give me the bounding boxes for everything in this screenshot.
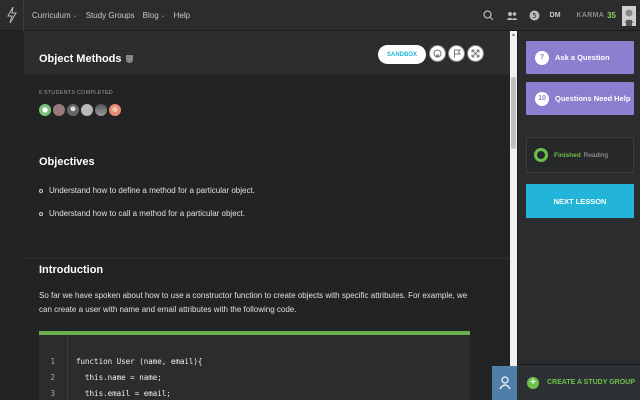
nav-right: 5 DM KARMA 35 [481, 0, 640, 31]
introduction-heading: Introduction [39, 264, 104, 276]
bullet-icon [39, 188, 43, 193]
chevron-down-icon: ⌄ [160, 12, 166, 19]
code-block: 1 function User (name, email){ 2 this.na… [39, 331, 470, 400]
nav-curriculum[interactable]: Curriculum ⌄ [32, 11, 78, 20]
top-nav: Curriculum ⌄ Study Groups Blog ⌄ Help 5 DM… [0, 0, 640, 31]
search-icon[interactable] [481, 8, 497, 24]
check-ring-icon [534, 148, 548, 162]
nav-help[interactable]: Help [174, 11, 190, 20]
shield-icon [125, 55, 133, 63]
code-line: 2 this.name = name; [50, 372, 162, 382]
person-icon [498, 376, 511, 390]
avatar[interactable] [81, 104, 93, 116]
karma-value: 35 [607, 11, 616, 20]
intro-paragraph: So far we have spoken about how to use a… [39, 291, 468, 314]
scrollbar[interactable]: ▲ [510, 31, 517, 400]
finished-reading-toggle[interactable]: Finished Reading [526, 137, 634, 173]
bullet-icon [39, 211, 43, 216]
flag-icon[interactable] [448, 45, 465, 62]
code-line: 3 this.email = email; [50, 388, 171, 398]
page-title: Object Methods [39, 53, 133, 65]
avatar[interactable] [53, 104, 65, 116]
questions-need-help-button[interactable]: 10 Questions Need Help [526, 82, 634, 115]
user-initials[interactable]: DM [550, 12, 561, 19]
notifications-icon[interactable]: 5 [527, 8, 543, 24]
ask-question-button[interactable]: ? Ask a Question [526, 41, 634, 74]
avatar[interactable] [95, 104, 107, 116]
svg-text:5: 5 [532, 12, 536, 20]
nav-study-groups[interactable]: Study Groups [86, 11, 135, 20]
objectives-heading: Objectives [39, 156, 95, 168]
help-count-badge: 10 [535, 91, 549, 106]
list-item: Understand how to define a method for a … [39, 186, 255, 195]
code-line: 1 function User (name, email){ [50, 356, 203, 366]
avatar[interactable] [39, 104, 51, 116]
avatar[interactable] [109, 104, 121, 116]
create-study-group-button[interactable]: + CREATE A STUDY GROUP [517, 364, 640, 400]
sandbox-button[interactable]: SANDBOX [378, 45, 426, 64]
student-avatars [39, 104, 121, 116]
list-item: Understand how to call a method for a pa… [39, 209, 245, 218]
github-icon[interactable] [429, 45, 446, 62]
logo-bolt-icon[interactable] [0, 0, 24, 31]
plus-icon: + [527, 376, 539, 389]
help-desk-button[interactable] [492, 366, 517, 400]
question-icon: ? [535, 50, 549, 65]
scrollbar-thumb[interactable] [511, 77, 516, 149]
section-divider [24, 258, 510, 259]
nav-blog[interactable]: Blog ⌄ [143, 11, 166, 20]
scroll-up-icon[interactable]: ▲ [511, 32, 516, 38]
avatar[interactable] [622, 5, 636, 26]
users-icon[interactable] [504, 8, 520, 24]
next-lesson-button[interactable]: NEXT LESSON [526, 184, 634, 218]
chevron-down-icon: ⌄ [72, 12, 78, 19]
lesson-content: Object Methods SANDBOX 6 STUDENTS COMPLE… [24, 31, 510, 400]
lesson-sidebar: ? Ask a Question 10 Questions Need Help … [517, 31, 640, 400]
students-completed: 6 STUDENTS COMPLETED [39, 90, 113, 96]
karma-label: KARMA [576, 12, 605, 19]
expand-icon[interactable] [467, 45, 484, 62]
avatar[interactable] [67, 104, 79, 116]
